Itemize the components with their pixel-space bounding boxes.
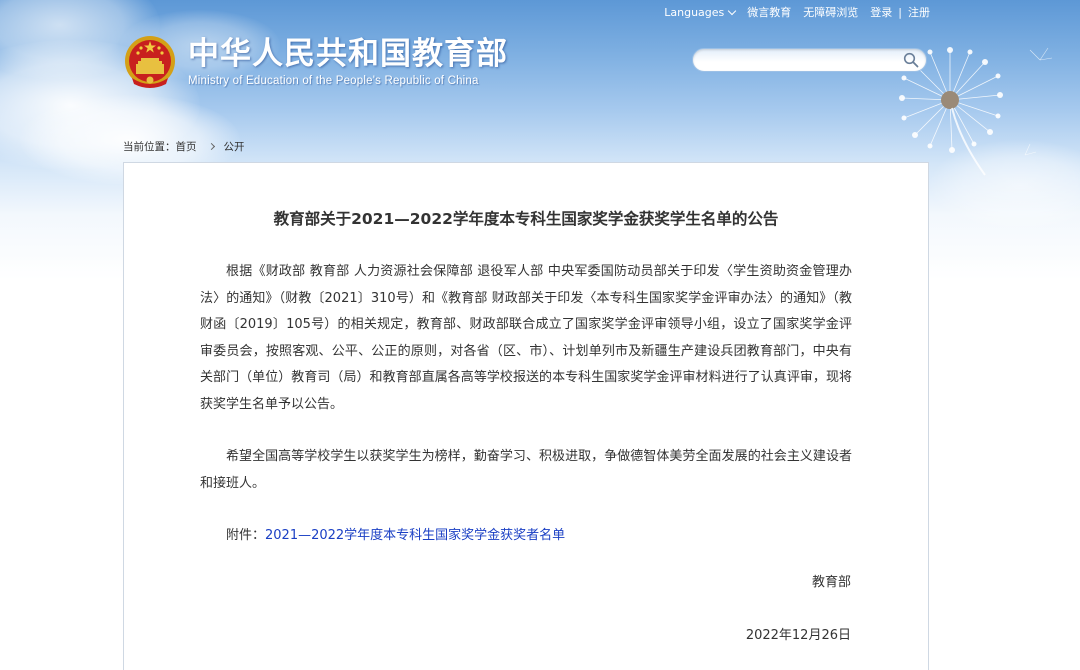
languages-dropdown[interactable]: Languages bbox=[664, 5, 737, 19]
register-link[interactable]: 注册 bbox=[908, 4, 930, 20]
signature-org: 教育部 bbox=[811, 575, 851, 590]
breadcrumb-current[interactable]: 公开 bbox=[224, 139, 245, 154]
chevron-down-icon bbox=[728, 6, 737, 15]
national-emblem-icon bbox=[125, 36, 175, 88]
breadcrumb-prefix: 当前位置： bbox=[123, 141, 176, 153]
breadcrumb-home[interactable]: 首页 bbox=[176, 139, 197, 154]
top-links: Languages 微言教育 无障碍浏览 登录 | 注册 bbox=[664, 4, 930, 20]
attachment-label: 附件： bbox=[226, 528, 266, 543]
accessibility-link[interactable]: 无障碍浏览 bbox=[803, 4, 858, 20]
search-icon[interactable] bbox=[903, 52, 919, 68]
attachment-link[interactable]: 2021—2022学年度本专科生国家奖学金获奖者名单 bbox=[265, 528, 565, 543]
signature-date: 2022年12月26日 bbox=[745, 628, 851, 643]
site-title-en: Ministry of Education of the People's Re… bbox=[188, 75, 479, 87]
languages-label: Languages bbox=[664, 5, 725, 19]
article-panel: 教育部关于2021—2022学年度本专科生国家奖学金获奖学生名单的公告 根据《财… bbox=[123, 162, 929, 670]
chevron-right-icon bbox=[207, 142, 215, 151]
weibo-link[interactable]: 微言教育 bbox=[747, 4, 791, 20]
login-link[interactable]: 登录 bbox=[870, 4, 892, 20]
breadcrumb: 当前位置： 首页 公开 bbox=[123, 139, 245, 154]
article-title: 教育部关于2021—2022学年度本专科生国家奖学金获奖学生名单的公告 bbox=[273, 210, 779, 228]
article-paragraph: 根据《财政部 教育部 人力资源社会保障部 退役军人部 中央军委国防动员部关于印发… bbox=[200, 264, 852, 412]
site-logo[interactable]: 中华人民共和国教育部 Ministry of Education of the … bbox=[124, 34, 508, 90]
article-body: 根据《财政部 教育部 人力资源社会保障部 退役军人部 中央军委国防动员部关于印发… bbox=[200, 259, 852, 550]
site-title-cn: 中华人民共和国教育部 bbox=[188, 36, 508, 72]
link-separator: | bbox=[898, 5, 902, 19]
search-box bbox=[692, 48, 927, 72]
attachment-row: 附件：2021—2022学年度本专科生国家奖学金获奖者名单 bbox=[200, 523, 852, 550]
search-input[interactable] bbox=[703, 51, 897, 71]
page: Languages 微言教育 无障碍浏览 登录 | 注册 中华人民共和国教育部 … bbox=[0, 0, 1080, 670]
article-paragraph: 希望全国高等学校学生以获奖学生为榜样，勤奋学习、积极进取，争做德智体美劳全面发展… bbox=[200, 449, 852, 491]
